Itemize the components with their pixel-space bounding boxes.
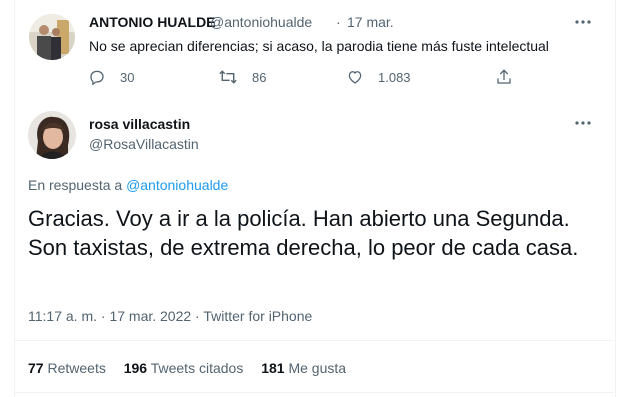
reply-count: 30 (120, 69, 135, 85)
reply-separator: · (336, 14, 341, 30)
avatar-antoniohualde[interactable] (29, 14, 75, 60)
main-tweet-text: Gracias. Voy a ir a la policía. Han abie… (28, 206, 579, 260)
reply-reply-button[interactable]: 30 (88, 68, 134, 86)
like-count: 1.083 (378, 69, 411, 85)
reply-text: No se aprecian diferencias; si acaso, la… (89, 38, 549, 54)
retweet-icon (219, 70, 237, 84)
stats-divider-top (14, 340, 614, 341)
stat-retweets-count: 77 (28, 360, 44, 376)
main-timestamp[interactable]: 11:17 a. m. · 17 mar. 2022 · Twitter for… (28, 308, 312, 324)
reply-retweet-button[interactable]: 86 (218, 68, 266, 86)
stat-quotes-label: Tweets citados (150, 360, 244, 376)
retweet-count: 86 (252, 69, 267, 85)
stat-likes-label: Me gusta (288, 360, 347, 376)
stat-quotes-count: 196 (123, 360, 148, 376)
stat-likes[interactable]: 181 Me gusta (261, 360, 346, 376)
stat-retweets-label: Retweets (47, 360, 106, 376)
reply-date[interactable]: 17 mar. (347, 14, 394, 30)
stats-divider-bottom (14, 392, 614, 393)
in-reply-to: En respuesta a @antoniohualde (28, 177, 228, 193)
reply-like-button[interactable]: 1.083 (346, 68, 411, 86)
comment-icon (90, 70, 104, 86)
stat-retweets[interactable]: 77 Retweets (28, 360, 110, 376)
more-icon (575, 121, 591, 125)
reply-share-button[interactable] (495, 68, 527, 86)
in-reply-handle-link[interactable]: @antoniohualde (126, 177, 228, 193)
avatar-rosavillacastin[interactable] (28, 111, 76, 159)
reply-author-name[interactable]: ANTONIO HUALDE (89, 14, 216, 30)
stats-bar: 77 Retweets 196 Tweets citados 181 Me gu… (28, 360, 346, 376)
in-reply-prefix: En respuesta a (28, 177, 123, 193)
reply-author-handle[interactable]: @antoniohualde (210, 14, 312, 30)
tweet-thread (14, 0, 616, 397)
heart-icon (348, 71, 362, 84)
more-icon (575, 20, 591, 24)
main-author-name[interactable]: rosa villacastin (89, 116, 190, 132)
main-author-handle[interactable]: @RosaVillacastin (89, 136, 199, 152)
stat-quotes[interactable]: 196 Tweets citados (124, 360, 248, 376)
share-icon (497, 69, 511, 84)
reply-more-button[interactable] (573, 17, 593, 27)
main-more-button[interactable] (573, 118, 593, 128)
stat-likes-count: 181 (261, 360, 285, 376)
